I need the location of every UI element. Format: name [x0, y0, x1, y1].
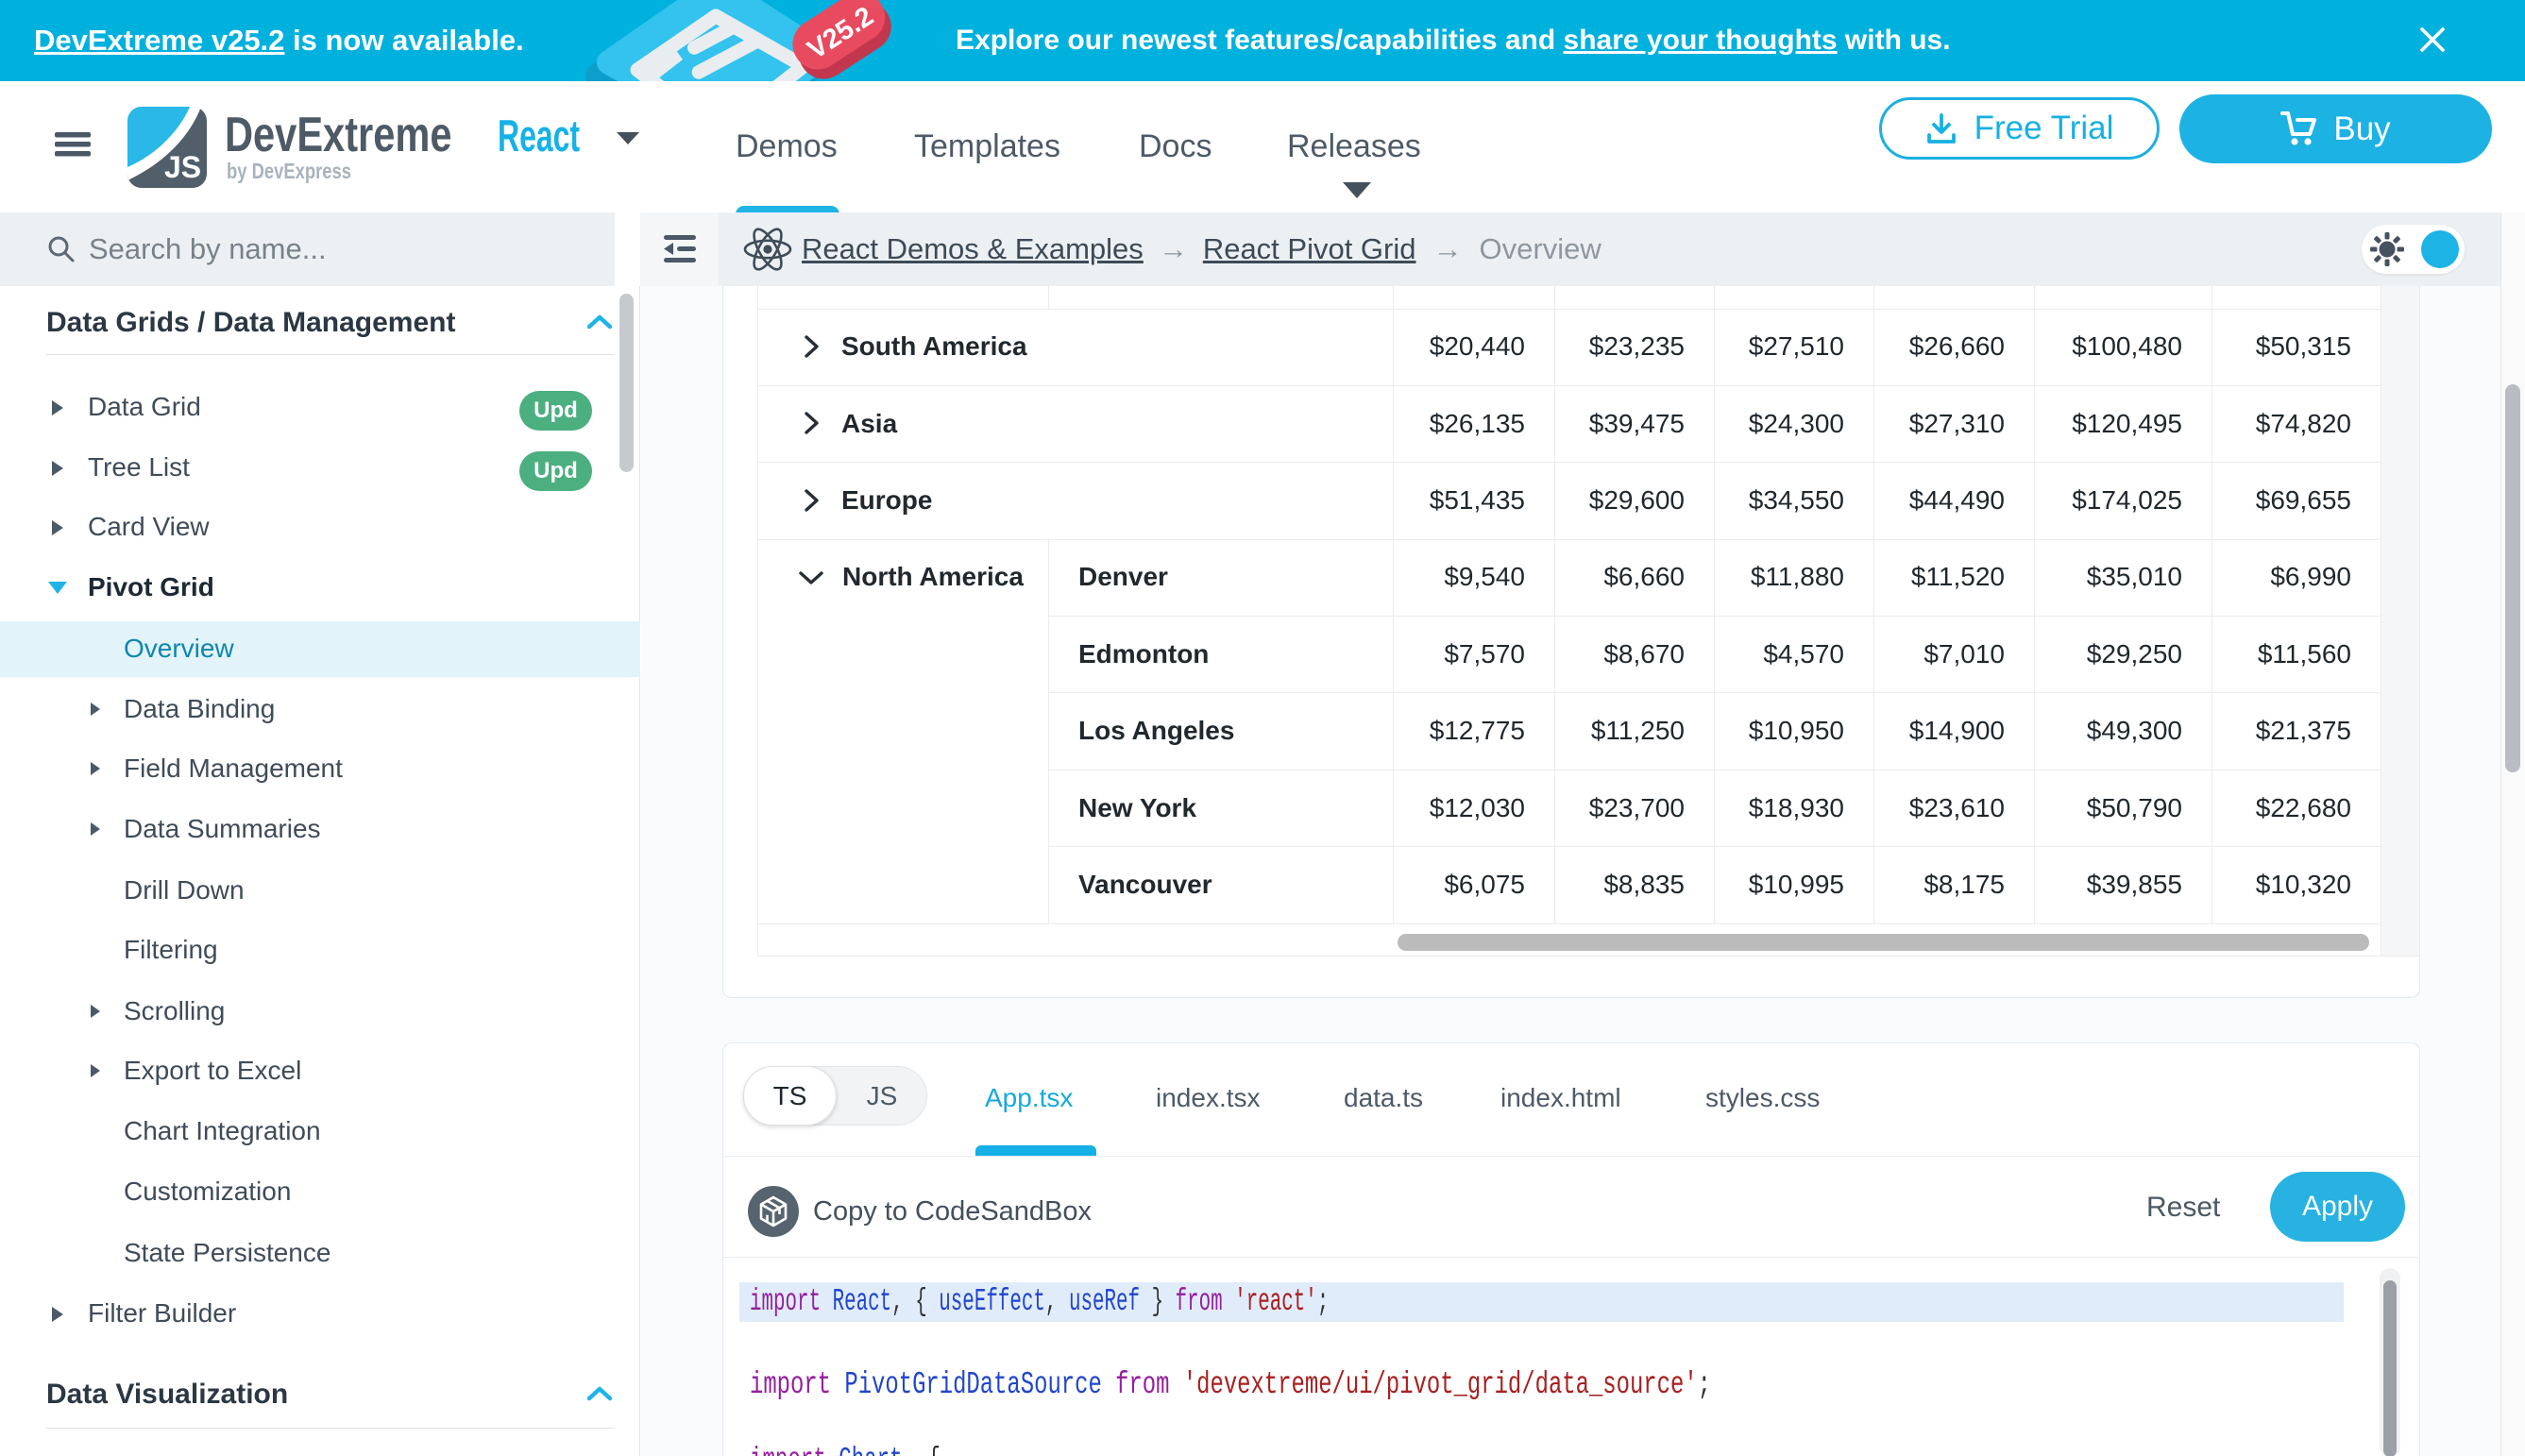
svg-text:JS: JS — [164, 150, 201, 184]
